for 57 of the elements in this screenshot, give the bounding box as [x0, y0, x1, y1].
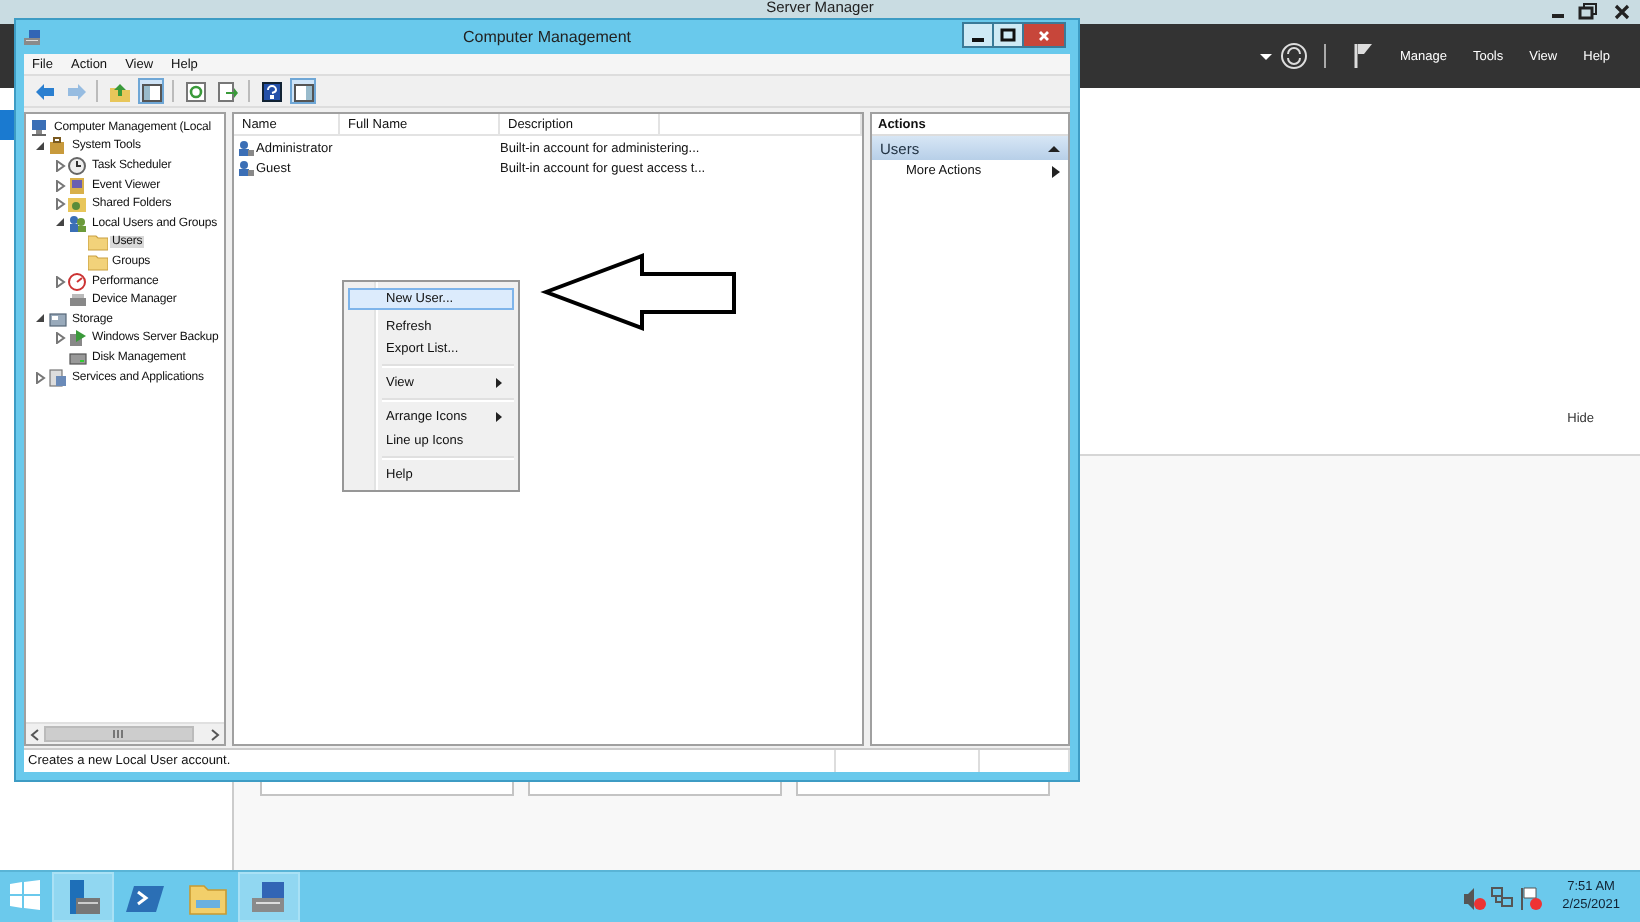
expanded-arrow-icon[interactable] [35, 314, 45, 325]
taskbar-button[interactable] [238, 872, 300, 922]
scroll-right-icon[interactable] [206, 725, 224, 743]
gauge-icon [68, 271, 88, 292]
toolbar-button[interactable] [290, 78, 316, 104]
scroll-left-icon[interactable] [26, 725, 44, 743]
restore-icon[interactable] [1574, 0, 1602, 22]
taskbar-button[interactable] [52, 872, 114, 922]
close-icon [1036, 27, 1052, 43]
user-icon [238, 160, 254, 176]
expanded-arrow-icon[interactable] [35, 141, 45, 152]
up-folder-icon [109, 81, 129, 101]
minimize-button[interactable] [964, 24, 994, 46]
collapse-icon[interactable] [1048, 143, 1060, 153]
log-icon [68, 175, 88, 196]
refresh-icon[interactable] [1279, 42, 1308, 70]
collapsed-arrow-icon[interactable] [55, 159, 65, 172]
scroll-thumb[interactable] [44, 726, 194, 742]
clock-icon [68, 155, 88, 176]
refresh-icon [185, 81, 205, 101]
services-icon [48, 367, 68, 388]
flag-alert-icon[interactable] [1518, 885, 1543, 909]
collapsed-arrow-icon[interactable] [55, 198, 65, 211]
flag-icon[interactable] [1353, 42, 1374, 70]
shared-folder-icon [68, 194, 88, 215]
maximize-icon [1000, 27, 1016, 43]
dropdown-caret-icon[interactable] [1259, 50, 1272, 62]
expanded-arrow-icon[interactable] [55, 218, 65, 229]
collapsed-arrow-icon[interactable] [55, 332, 65, 345]
folder-icon [88, 251, 108, 272]
collapsed-arrow-icon[interactable] [55, 179, 65, 192]
network-icon[interactable] [1490, 885, 1515, 909]
toolbar-button[interactable] [258, 78, 284, 104]
forward-arrow-icon [65, 81, 85, 101]
collapsed-arrow-icon[interactable] [35, 371, 45, 384]
storage-icon [48, 309, 68, 330]
console-tree-icon [141, 81, 161, 101]
backup-icon [68, 328, 88, 349]
speaker-alert-icon[interactable] [1462, 885, 1487, 909]
toolbox-icon [48, 136, 68, 157]
windows-logo-icon [8, 878, 44, 916]
help-icon [261, 81, 281, 101]
maximize-button[interactable] [994, 24, 1024, 46]
window-title: Computer Management [462, 28, 632, 46]
computer-icon [30, 117, 50, 138]
close-button[interactable] [1024, 24, 1064, 46]
toolbar-button[interactable] [138, 78, 164, 104]
back-arrow-icon [33, 81, 53, 101]
device-icon [68, 290, 88, 311]
user-icon [238, 140, 254, 156]
computer-management-icon [22, 28, 42, 48]
action-pane-icon [293, 81, 313, 101]
export-list-icon [217, 81, 237, 101]
collapsed-arrow-icon[interactable] [55, 275, 65, 288]
folder-icon [88, 232, 108, 253]
horizontal-scrollbar[interactable] [26, 722, 224, 744]
users-icon [68, 213, 88, 234]
